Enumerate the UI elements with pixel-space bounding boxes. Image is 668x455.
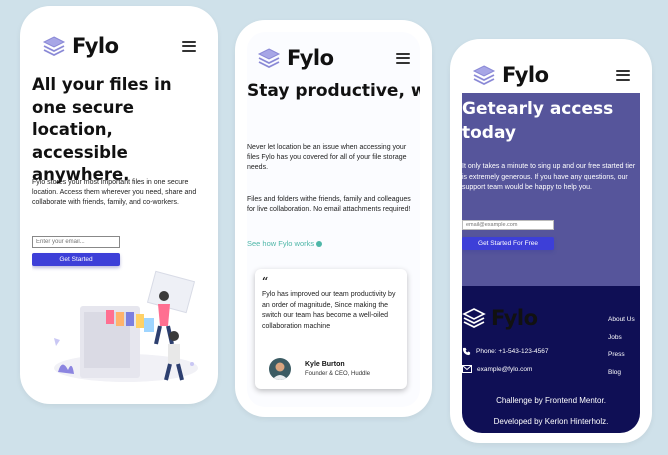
footer-link-about[interactable]: About Us bbox=[608, 316, 635, 323]
footer-link-jobs[interactable]: Jobs bbox=[608, 334, 635, 341]
get-started-free-button[interactable]: Get Started For Free bbox=[462, 237, 554, 250]
fylo-logo-white-icon bbox=[463, 308, 485, 328]
navbar: Fylo bbox=[32, 28, 206, 64]
fylo-logo-icon bbox=[258, 48, 280, 68]
collaboration-illustration bbox=[54, 270, 198, 382]
footer-link-press[interactable]: Press bbox=[608, 351, 635, 358]
hero-title: All your files in one secure location, a… bbox=[32, 75, 172, 184]
brand[interactable]: Fylo bbox=[257, 46, 334, 70]
email-input[interactable] bbox=[32, 236, 120, 248]
footer-links: About Us Jobs Press Blog bbox=[608, 316, 635, 376]
navbar: Fylo bbox=[247, 40, 420, 76]
brand[interactable]: Fylo bbox=[472, 63, 549, 87]
footer-credit-challenge: Challenge by Frontend Mentor. bbox=[496, 396, 606, 405]
brand-name: Fylo bbox=[287, 46, 334, 70]
footer-phone: Phone: +1-543-123-4567 bbox=[462, 347, 548, 356]
navbar: Fylo bbox=[462, 57, 640, 93]
footer-email: example@fylo.com bbox=[462, 365, 532, 373]
section-paragraph-2: Files and folders withe friends, family … bbox=[247, 196, 411, 213]
fylo-logo-icon bbox=[43, 36, 65, 56]
phone-screen: Fylo Stay productive, wherever you are N… bbox=[247, 32, 420, 407]
footer: Fylo Phone: +1-543-123-4567 example@fylo… bbox=[462, 286, 640, 433]
footer-brand[interactable]: Fylo bbox=[462, 306, 538, 330]
testimonial-text: Fylo has improved our team productivity … bbox=[262, 291, 396, 330]
early-access-description: It only takes a minute to sing up and ou… bbox=[462, 163, 636, 191]
see-how-link-label: See how Fylo works bbox=[247, 239, 315, 248]
see-how-link[interactable]: See how Fylo works bbox=[247, 239, 323, 248]
brand-name: Fylo bbox=[502, 63, 549, 87]
footer-link-blog[interactable]: Blog bbox=[608, 369, 635, 376]
phone-screen: Fylo All your files in one secure locati… bbox=[32, 18, 206, 396]
footer-email-text: example@fylo.com bbox=[477, 365, 533, 373]
early-access-title: Getearly access today bbox=[462, 99, 614, 143]
footer-phone-text: Phone: +1-543-123-4567 bbox=[476, 348, 549, 355]
phone-mockup-early-access: Fylo Getearly access today It only takes… bbox=[450, 39, 652, 443]
brand-name: Fylo bbox=[72, 34, 119, 58]
avatar bbox=[269, 358, 291, 380]
testimonial-author-name: Kyle Burton bbox=[305, 361, 345, 368]
phone-mockup-hero: Fylo All your files in one secure locati… bbox=[20, 6, 218, 404]
arrow-circle-icon bbox=[316, 240, 323, 247]
section-paragraph-1: Never let location be an issue when acce… bbox=[247, 144, 407, 171]
hero-description: Fylo stores your most important files in… bbox=[32, 179, 197, 206]
fylo-logo-icon bbox=[473, 65, 495, 85]
testimonial-author-role: Founder & CEO, Huddle bbox=[305, 371, 371, 377]
hamburger-menu-icon[interactable] bbox=[396, 52, 410, 64]
phone-screen: Fylo Getearly access today It only takes… bbox=[462, 51, 640, 433]
get-started-button[interactable]: Get Started bbox=[32, 253, 120, 266]
hamburger-menu-icon[interactable] bbox=[182, 40, 196, 52]
brand[interactable]: Fylo bbox=[42, 34, 119, 58]
footer-brand-name: Fylo bbox=[491, 306, 538, 330]
testimonial-card: “ Fylo has improved our team productivit… bbox=[255, 269, 407, 389]
early-access-section: Getearly access today It only takes a mi… bbox=[462, 93, 640, 286]
hamburger-menu-icon[interactable] bbox=[616, 69, 630, 81]
phone-mockup-productive: Fylo Stay productive, wherever you are N… bbox=[235, 20, 432, 417]
footer-credit-developer: Developed by Kerlon Hinterholz. bbox=[493, 417, 609, 426]
email-icon bbox=[462, 365, 472, 373]
email-input[interactable] bbox=[462, 220, 554, 230]
section-title: Stay productive, wherever you are bbox=[247, 81, 420, 101]
quote-mark-icon: “ bbox=[262, 275, 269, 288]
phone-icon bbox=[462, 347, 471, 356]
